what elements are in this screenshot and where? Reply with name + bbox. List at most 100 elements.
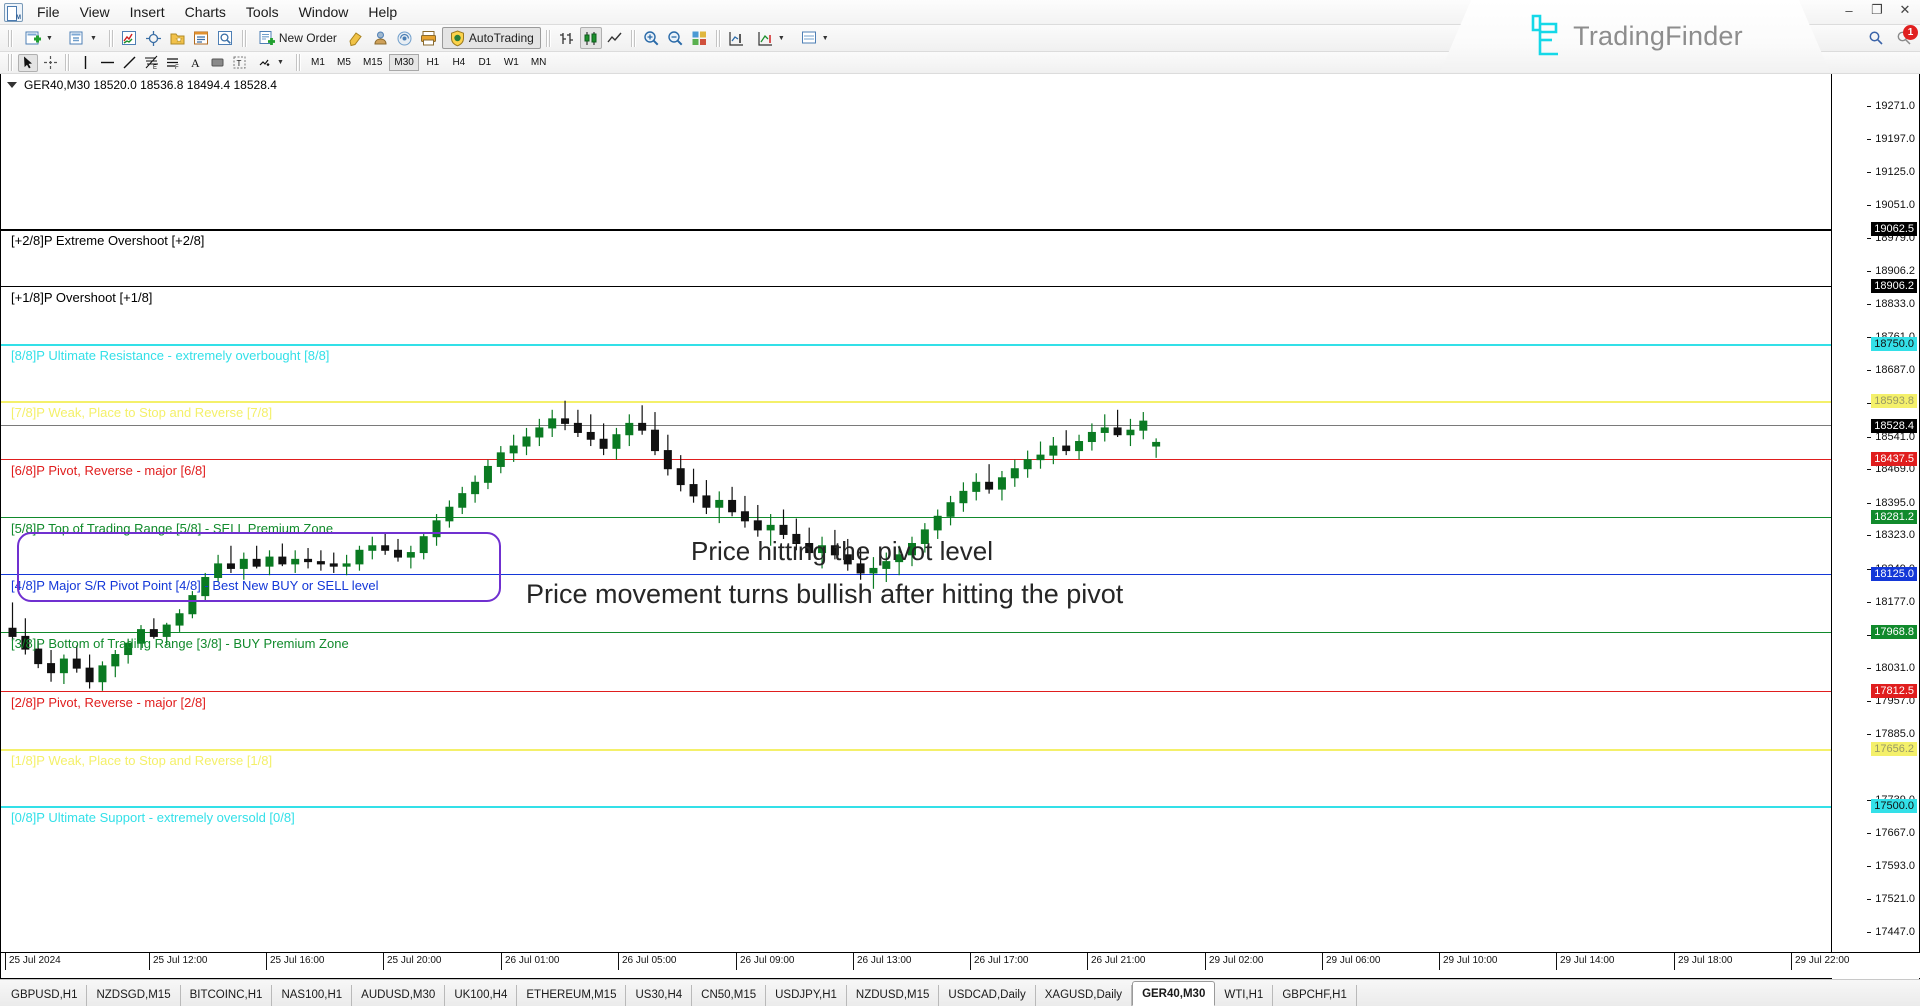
signals-icon[interactable] — [394, 27, 416, 49]
price-axis-tick: 17447.0 — [1875, 926, 1915, 938]
menu-item-window[interactable]: Window — [289, 1, 359, 23]
timeframe-h1[interactable]: H1 — [421, 54, 445, 71]
price-axis-tick: 18833.0 — [1875, 298, 1915, 310]
toolbar-grip[interactable] — [546, 30, 551, 47]
close-icon[interactable]: ✕ — [1896, 2, 1914, 18]
chart-tab[interactable]: GBPCHF,H1 — [1273, 985, 1357, 1006]
chart-tab[interactable]: USDJPY,H1 — [766, 985, 847, 1006]
shapes-icon[interactable]: ▼ — [251, 54, 291, 72]
bar-chart-icon[interactable] — [556, 27, 578, 49]
time-axis-tick: 29 Jul 22:00 — [1791, 953, 1850, 970]
auto-scroll-icon[interactable] — [726, 27, 748, 49]
cursor-icon[interactable] — [18, 54, 38, 72]
price-tag: 18906.2 — [1871, 279, 1917, 293]
chart-tab[interactable]: GBPUSD,H1 — [2, 985, 87, 1006]
time-axis[interactable]: 25 Jul 202425 Jul 12:0025 Jul 16:0025 Ju… — [1, 952, 1920, 978]
autotrading-label: AutoTrading — [469, 31, 534, 45]
toolbar-grip[interactable] — [65, 54, 70, 71]
toolbar-grip[interactable] — [242, 30, 247, 47]
tile-windows-icon[interactable] — [689, 27, 711, 49]
time-axis-tick: 25 Jul 20:00 — [383, 953, 442, 970]
time-axis-tick: 29 Jul 02:00 — [1205, 953, 1264, 970]
price-axis-tick: 18687.0 — [1875, 364, 1915, 376]
menu-item-charts[interactable]: Charts — [175, 1, 236, 23]
timeframe-m15[interactable]: M15 — [358, 54, 387, 71]
chart-shift-icon[interactable]: ▼ — [750, 27, 792, 49]
chart-plot-area[interactable]: [+2/8]P Extreme Overshoot [+2/8][+1/8]P … — [1, 74, 1919, 978]
chart-tab[interactable]: US30,H4 — [626, 985, 692, 1006]
trendline-icon[interactable] — [119, 54, 139, 72]
chart-tab[interactable]: CN50,M15 — [692, 985, 766, 1006]
chart-collapse-icon[interactable] — [7, 82, 17, 88]
menu-item-insert[interactable]: Insert — [120, 1, 175, 23]
chart-tab[interactable]: BITCOINC,H1 — [181, 985, 273, 1006]
brand-name: TradingFinder — [1573, 21, 1743, 52]
equidistant-channel-icon[interactable]: F — [163, 54, 183, 72]
chart-tab[interactable]: XAGUSD,Daily — [1036, 985, 1132, 1006]
menu-item-help[interactable]: Help — [358, 1, 407, 23]
price-tag: 18528.4 — [1871, 419, 1917, 433]
timeframe-h4[interactable]: H4 — [447, 54, 471, 71]
chart-tab[interactable]: AUDUSD,M30 — [352, 985, 445, 1006]
print-icon[interactable] — [418, 27, 440, 49]
navigator-icon[interactable] — [215, 27, 237, 49]
chart-tab[interactable]: WTI,H1 — [1215, 985, 1273, 1006]
restore-icon[interactable]: ❐ — [1868, 2, 1886, 18]
textbox-icon[interactable]: T — [229, 54, 249, 72]
text-icon[interactable]: A — [185, 54, 205, 72]
search-icon[interactable] — [1868, 30, 1884, 46]
minimize-icon[interactable]: – — [1840, 2, 1858, 18]
time-axis-tick: 29 Jul 18:00 — [1674, 953, 1733, 970]
templates-icon[interactable]: ▼ — [794, 27, 836, 49]
vertical-line-icon[interactable] — [75, 54, 95, 72]
timeframe-m1[interactable]: M1 — [306, 54, 330, 71]
crosshair-icon[interactable] — [40, 54, 60, 72]
chart-tab[interactable]: NAS100,H1 — [272, 985, 352, 1006]
new-chart-icon[interactable]: ▼ — [18, 27, 60, 49]
chart-tab[interactable]: ETHEREUM,M15 — [517, 985, 626, 1006]
line-chart-icon[interactable] — [604, 27, 626, 49]
favorites-icon[interactable] — [167, 27, 189, 49]
horizontal-line-icon[interactable] — [97, 54, 117, 72]
timeframe-d1[interactable]: D1 — [473, 54, 497, 71]
label-icon[interactable] — [207, 54, 227, 72]
chart-tab-bar: GBPUSD,H1NZDSGD,M15BITCOINC,H1NAS100,H1A… — [0, 979, 1920, 1006]
autotrading-button[interactable]: AutoTrading — [442, 27, 541, 49]
zoom-out-icon[interactable] — [665, 27, 687, 49]
data-window-icon[interactable] — [191, 27, 213, 49]
metaeditor-icon[interactable] — [346, 27, 368, 49]
experts-icon[interactable] — [370, 27, 392, 49]
price-axis[interactable]: 19271.019197.019125.019051.018979.018906… — [1831, 74, 1919, 979]
menu-item-file[interactable]: File — [27, 1, 70, 23]
price-axis-tick: 17593.0 — [1875, 860, 1915, 872]
price-axis-tick: 18906.2 — [1875, 265, 1915, 277]
notifications-icon[interactable]: 1 — [1896, 30, 1912, 46]
chart-tab[interactable]: USDCAD,Daily — [939, 985, 1035, 1006]
time-axis-tick: 26 Jul 05:00 — [618, 953, 677, 970]
toolbar-grip[interactable] — [8, 54, 13, 71]
chart-tab[interactable]: UK100,H4 — [445, 985, 517, 1006]
new-order-button[interactable]: New Order — [252, 27, 344, 49]
toolbar-grip[interactable] — [631, 30, 636, 47]
toolbar-grip[interactable] — [716, 30, 721, 47]
menu-item-view[interactable]: View — [70, 1, 120, 23]
timeframe-m5[interactable]: M5 — [332, 54, 356, 71]
crosshair-icon[interactable] — [143, 27, 165, 49]
fibonacci-retracement-icon[interactable]: E — [141, 54, 161, 72]
zoom-in-icon[interactable] — [641, 27, 663, 49]
timeframe-mn[interactable]: MN — [526, 54, 552, 71]
chart-tab[interactable]: GER40,M30 — [1132, 981, 1215, 1006]
chart-tab[interactable]: NZDSGD,M15 — [87, 985, 180, 1006]
menu-item-tools[interactable]: Tools — [236, 1, 289, 23]
toolbar-grip[interactable] — [109, 30, 114, 47]
timeframe-w1[interactable]: W1 — [499, 54, 524, 71]
toolbar-grip[interactable] — [8, 30, 13, 47]
chart-window[interactable]: [+2/8]P Extreme Overshoot [+2/8][+1/8]P … — [0, 74, 1920, 979]
toolbar-grip[interactable] — [296, 54, 301, 71]
indicators-icon[interactable] — [119, 27, 141, 49]
purple-highlight-rectangle[interactable] — [17, 532, 501, 602]
profiles-icon[interactable]: ▼ — [62, 27, 104, 49]
candlestick-chart-icon[interactable] — [580, 27, 602, 49]
timeframe-m30[interactable]: M30 — [389, 54, 418, 71]
chart-tab[interactable]: NZDUSD,M15 — [847, 985, 939, 1006]
